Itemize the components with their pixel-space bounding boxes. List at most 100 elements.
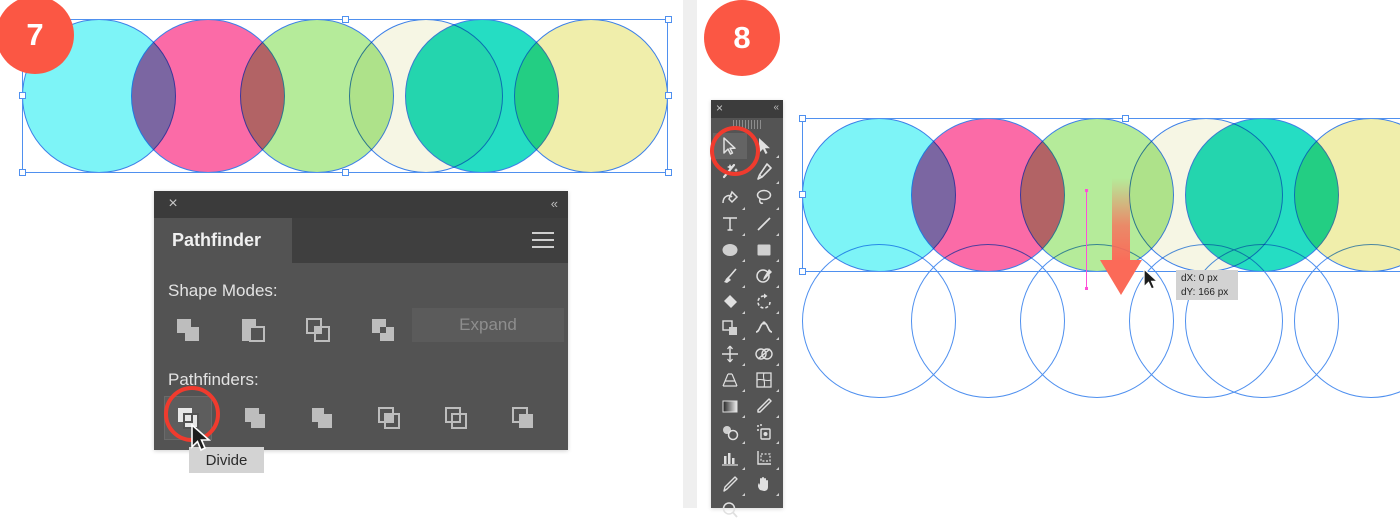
mouse-cursor-pathfinder (191, 424, 212, 452)
pathfinder-body: Shape Modes: Expand Pathfinders: (154, 263, 568, 450)
tool-flyout-corner-icon (776, 363, 779, 366)
divide-tooltip-label: Divide (205, 451, 248, 469)
pathfinder-minus-back-button[interactable] (499, 396, 547, 440)
tool-flyout-corner-icon (742, 259, 745, 262)
tool-flyout-corner-icon (742, 441, 745, 444)
mesh-tool[interactable] (747, 367, 781, 393)
width-tool[interactable] (747, 315, 781, 341)
selection-handle-br[interactable] (665, 169, 672, 176)
panel-drag-grip[interactable] (733, 120, 761, 129)
selection-tool[interactable] (713, 133, 747, 159)
selection-handle-ml[interactable] (19, 92, 26, 99)
selection-handle-bc[interactable] (342, 169, 349, 176)
tools-panel-titlebar: × « (711, 100, 783, 118)
zoom-tool[interactable] (713, 497, 747, 523)
tool-flyout-corner-icon (742, 363, 745, 366)
drag-delta-tooltip: dX: 0 px dY: 166 px (1176, 270, 1238, 300)
tool-flyout-corner-icon (776, 285, 779, 288)
shaper-tool[interactable] (747, 263, 781, 289)
ellipse-tool[interactable] (713, 237, 747, 263)
shape-mode-minus-front-button[interactable] (229, 308, 277, 352)
tool-flyout-corner-icon (742, 337, 745, 340)
screenshot-root: 7 × « Pathfinder Shape Modes: Expand Pat… (0, 0, 1400, 518)
paintbrush-tool[interactable] (713, 263, 747, 289)
gradient-tool[interactable] (713, 393, 747, 419)
symbol-sprayer-tool[interactable] (747, 419, 781, 445)
hand-tool[interactable] (747, 471, 781, 497)
drag-direction-arrow (1100, 178, 1142, 295)
scale-tool[interactable] (713, 315, 747, 341)
pathfinders-label: Pathfinders: (168, 370, 259, 389)
collapse-panel-icon[interactable]: « (551, 197, 558, 210)
tool-flyout-corner-icon (742, 493, 745, 496)
tool-flyout-corner-icon (742, 467, 745, 470)
selection-handle-bl[interactable] (19, 169, 26, 176)
collapse-panel-icon[interactable]: « (773, 102, 778, 113)
selection-handle-mr[interactable] (665, 92, 672, 99)
tool-flyout-corner-icon (742, 389, 745, 392)
type-tool[interactable] (713, 211, 747, 237)
tool-flyout-corner-icon (742, 233, 745, 236)
pathfinder-panel: × « Pathfinder Shape Modes: Expand Pathf… (154, 191, 568, 450)
drag-delta-dy: dY: 166 px (1181, 287, 1229, 298)
tool-flyout-corner-icon (776, 259, 779, 262)
direct-selection-tool[interactable] (747, 133, 781, 159)
eraser-tool[interactable] (713, 289, 747, 315)
close-icon[interactable]: × (716, 101, 723, 115)
pathfinder-tab-row: Pathfinder (154, 218, 568, 263)
pathfinder-merge-button[interactable] (298, 396, 346, 440)
free-transform-tool[interactable] (713, 341, 747, 367)
close-icon[interactable]: × (165, 196, 181, 212)
pathfinder-crop-button[interactable] (365, 396, 413, 440)
selection-handle-ml[interactable] (799, 191, 806, 198)
rectangle-tool[interactable] (747, 237, 781, 263)
shape-mode-intersect-button[interactable] (294, 308, 342, 352)
pathfinder-trim-button[interactable] (231, 396, 279, 440)
drag-path-end-node (1085, 287, 1088, 290)
blend-tool[interactable] (713, 419, 747, 445)
selection-handle-bl[interactable] (799, 268, 806, 275)
step-badge-8-number: 8 (733, 20, 751, 55)
drag-path-line (1086, 190, 1087, 288)
shape-builder-tool[interactable] (747, 341, 781, 367)
pathfinder-titlebar: × « (154, 191, 568, 218)
selection-handle-tr[interactable] (665, 16, 672, 23)
tool-flyout-corner-icon (776, 233, 779, 236)
curvature-tool[interactable] (713, 185, 747, 211)
artboard-tool[interactable] (747, 445, 781, 471)
selection-handle-tc[interactable] (342, 16, 349, 23)
tool-flyout-corner-icon (776, 389, 779, 392)
tool-flyout-corner-icon (742, 415, 745, 418)
tool-flyout-corner-icon (776, 155, 779, 158)
drag-path-start-node (1085, 189, 1088, 192)
shape-modes-label: Shape Modes: (168, 281, 278, 300)
tool-flyout-corner-icon (776, 181, 779, 184)
tab-pathfinder[interactable]: Pathfinder (154, 218, 292, 263)
circle-yellow[interactable] (514, 19, 668, 173)
selection-handle-tc[interactable] (1122, 115, 1129, 122)
tool-flyout-corner-icon (776, 207, 779, 210)
tools-grid (711, 129, 783, 518)
rotate-tool[interactable] (747, 289, 781, 315)
lasso-tool[interactable] (747, 185, 781, 211)
shape-mode-exclude-button[interactable] (359, 308, 407, 352)
tool-flyout-corner-icon (742, 207, 745, 210)
mouse-cursor-canvas (1143, 268, 1160, 290)
column-graph-tool[interactable] (713, 445, 747, 471)
eyedropper-tool[interactable] (747, 393, 781, 419)
magic-wand-tool[interactable] (713, 159, 747, 185)
shape-mode-unite-button[interactable] (164, 308, 212, 352)
tool-flyout-corner-icon (776, 337, 779, 340)
perspective-grid-tool[interactable] (713, 367, 747, 393)
expand-button[interactable]: Expand (412, 308, 564, 342)
pathfinder-outline-button[interactable] (432, 396, 480, 440)
step-badge-8: 8 (704, 0, 780, 76)
selection-handle-tl[interactable] (799, 115, 806, 122)
line-segment-tool[interactable] (747, 211, 781, 237)
pen-tool[interactable] (747, 159, 781, 185)
tab-pathfinder-label: Pathfinder (172, 230, 262, 250)
expand-button-label: Expand (459, 315, 517, 334)
slice-tool[interactable] (713, 471, 747, 497)
hamburger-menu-icon[interactable] (532, 232, 554, 249)
tool-flyout-corner-icon (776, 493, 779, 496)
